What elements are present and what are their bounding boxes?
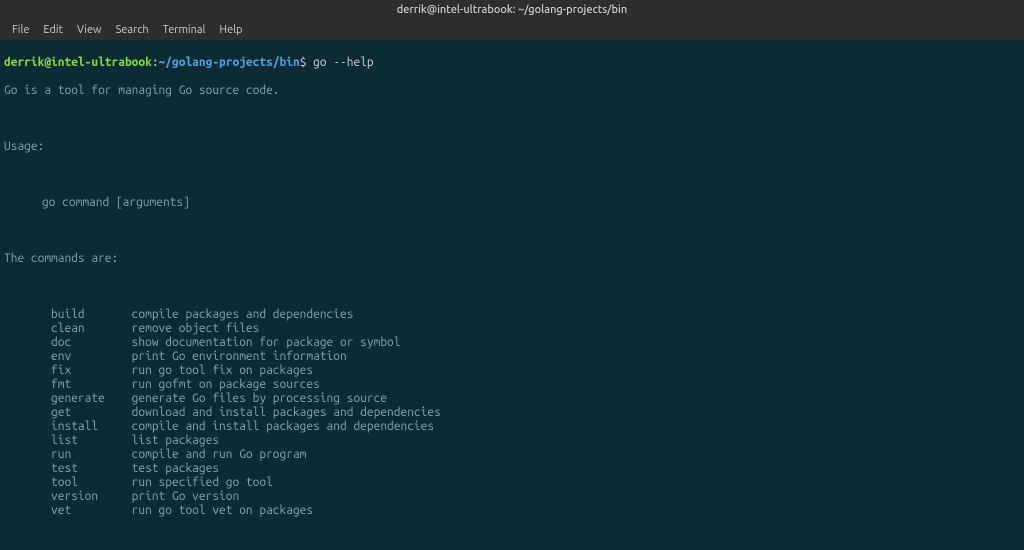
prompt-user: derrik@intel-ultrabook xyxy=(4,56,152,69)
output-intro: Go is a tool for managing Go source code… xyxy=(4,84,1020,98)
command-row: list list packages xyxy=(4,434,1020,448)
prompt-line-1: derrik@intel-ultrabook:~/golang-projects… xyxy=(4,56,1020,70)
command-row: generate generate Go files by processing… xyxy=(4,392,1020,406)
command-row: run compile and run Go program xyxy=(4,448,1020,462)
usage-label: Usage: xyxy=(4,140,1020,154)
command-row: test test packages xyxy=(4,462,1020,476)
command-row: build compile packages and dependencies xyxy=(4,308,1020,322)
command-row: fix run go tool fix on packages xyxy=(4,364,1020,378)
commands-list: build compile packages and dependencies … xyxy=(4,308,1020,518)
menu-edit[interactable]: Edit xyxy=(37,22,69,38)
command-row: env print Go environment information xyxy=(4,350,1020,364)
command-row: get download and install packages and de… xyxy=(4,406,1020,420)
prompt-symbol: $ xyxy=(300,56,307,69)
entered-command: go --help xyxy=(313,56,373,69)
command-row: install compile and install packages and… xyxy=(4,420,1020,434)
command-row: doc show documentation for package or sy… xyxy=(4,336,1020,350)
command-row: clean remove object files xyxy=(4,322,1020,336)
command-row: tool run specified go tool xyxy=(4,476,1020,490)
command-row: version print Go version xyxy=(4,490,1020,504)
menu-view[interactable]: View xyxy=(71,22,108,38)
menu-help[interactable]: Help xyxy=(213,22,248,38)
terminal-viewport[interactable]: derrik@intel-ultrabook:~/golang-projects… xyxy=(0,40,1024,550)
menu-terminal[interactable]: Terminal xyxy=(157,22,212,38)
command-row: vet run go tool vet on packages xyxy=(4,504,1020,518)
window-title: derrik@intel-ultrabook: ~/golang-project… xyxy=(397,4,627,16)
menu-file[interactable]: File xyxy=(6,22,35,38)
command-row: fmt run gofmt on package sources xyxy=(4,378,1020,392)
commands-header: The commands are: xyxy=(4,252,1020,266)
menu-search[interactable]: Search xyxy=(110,22,155,38)
window-titlebar: derrik@intel-ultrabook: ~/golang-project… xyxy=(0,0,1024,20)
prompt-path: ~/golang-projects/bin xyxy=(159,56,300,69)
menubar: File Edit View Search Terminal Help xyxy=(0,20,1024,40)
usage-line: go command [arguments] xyxy=(4,196,1020,210)
